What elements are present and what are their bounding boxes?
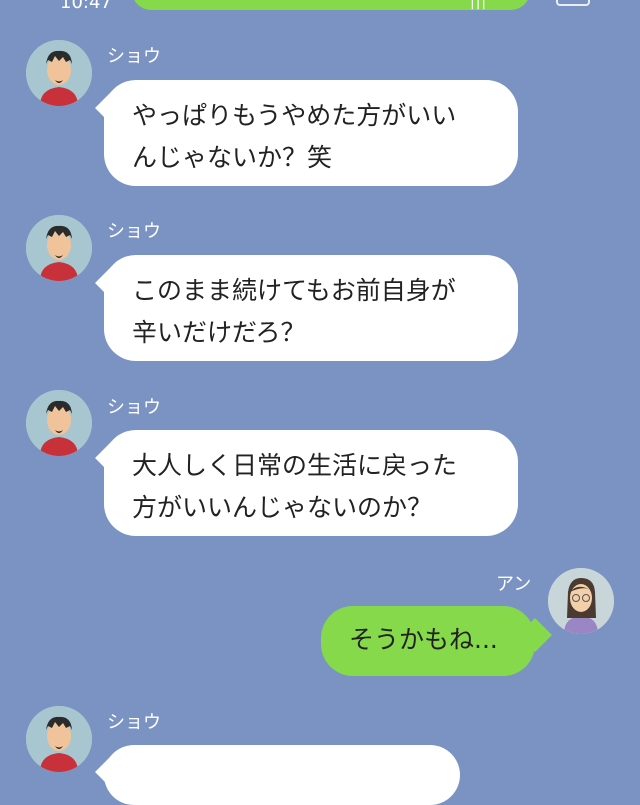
- sho-avatar[interactable]: [26, 390, 92, 456]
- sender-name: ショウ: [107, 712, 161, 733]
- an-avatar[interactable]: [548, 568, 614, 634]
- man-avatar-icon: [26, 706, 92, 772]
- own-message-bubble[interactable]: そうかもね...: [321, 606, 535, 676]
- message-bubble[interactable]: 大人しく日常の生活に戻った 方がいいんじゃないのか？: [104, 430, 518, 536]
- message-bubble[interactable]: このまま続けてもお前自身が 辛いだけだろ？: [104, 255, 518, 361]
- woman-avatar-icon: [548, 568, 614, 634]
- chat-view: 10:47 ||| ショウ やっぱりもうやめた方がいい んじゃないか？笑 ショウ…: [0, 0, 640, 805]
- message-bubble[interactable]: やっぱりもうやめた方がいい んじゃないか？笑: [104, 80, 518, 186]
- man-avatar-icon: [26, 40, 92, 106]
- sender-name: ショウ: [107, 46, 161, 67]
- sender-name: アン: [496, 574, 532, 595]
- sho-avatar[interactable]: [26, 40, 92, 106]
- sho-avatar[interactable]: [26, 215, 92, 281]
- sho-avatar[interactable]: [26, 706, 92, 772]
- signal-icon: |||: [470, 0, 488, 10]
- man-avatar-icon: [26, 215, 92, 281]
- message-bubble[interactable]: [104, 745, 460, 805]
- battery-icon: [556, 0, 590, 6]
- sender-name: ショウ: [107, 221, 161, 242]
- status-time: 10:47: [60, 0, 112, 13]
- sender-name: ショウ: [107, 397, 161, 418]
- man-avatar-icon: [26, 390, 92, 456]
